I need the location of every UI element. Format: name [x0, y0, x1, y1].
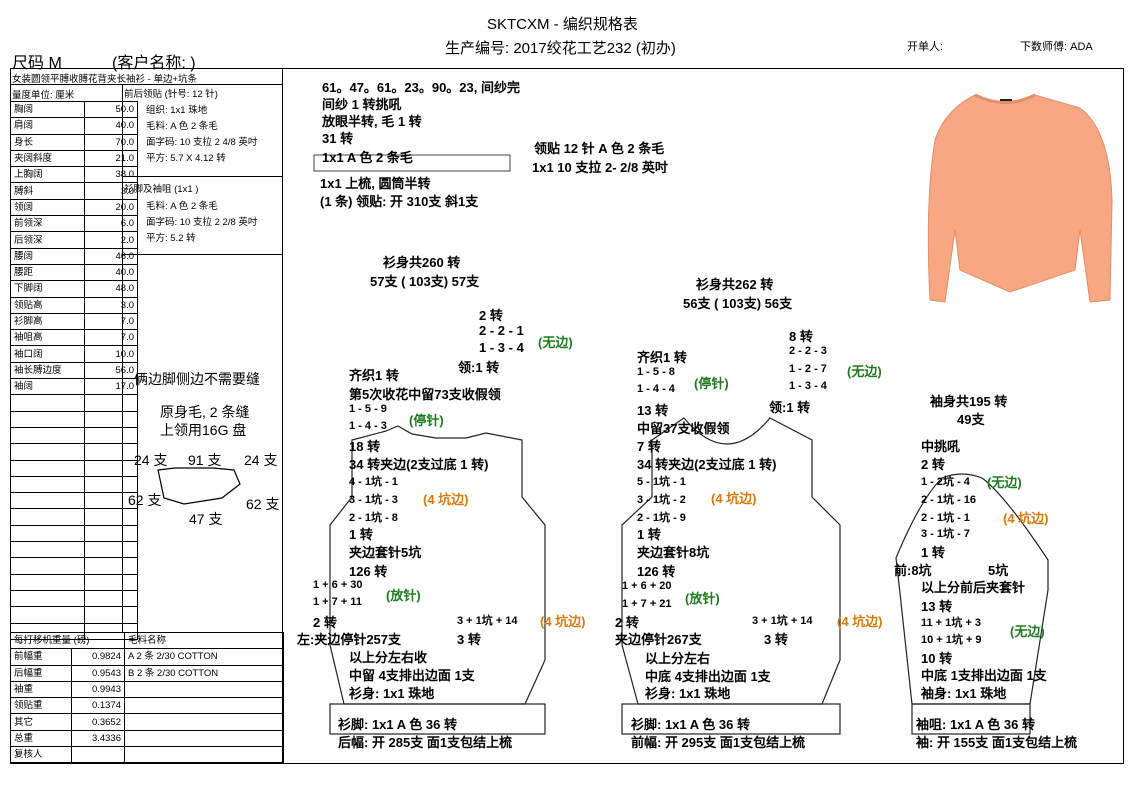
- front-line: 1 - 4 - 4: [637, 383, 675, 395]
- front-line: 2 - 2 - 3: [789, 345, 827, 357]
- sleeve-total: 袖身共195 转: [930, 394, 1008, 409]
- back-line: 齐织1 转: [349, 368, 399, 383]
- collar-line: 31 转: [322, 131, 354, 146]
- back-tag: (4 坑边): [540, 614, 586, 629]
- sleeve-tag: (无边): [1010, 624, 1045, 639]
- back-line: 夹边套针5坑: [349, 545, 422, 560]
- sleeve-line: 13 转: [921, 599, 953, 614]
- back-line: 18 转: [349, 439, 381, 454]
- sleeve-line: 3 - 1坑 - 7: [921, 528, 970, 540]
- back-hem-line: 衫脚: 1x1 A 色 36 转: [338, 717, 457, 732]
- front-line: 1 - 3 - 4: [789, 380, 827, 392]
- sleeve-line: 10 + 1坑 + 9: [921, 634, 982, 646]
- front-tag: (无边): [847, 364, 882, 379]
- front-line: 夹边套针8坑: [637, 545, 710, 560]
- front-line: 5 - 1坑 - 1: [637, 476, 686, 488]
- collar-line: (1 条) 领贴: 开 310支 斜1支: [320, 194, 479, 209]
- back-line: 3 + 1坑 + 14: [457, 615, 518, 627]
- back-line: 34 转夹边(2支过底 1 转): [349, 457, 489, 472]
- sleeve-line: 2 - 1坑 - 16: [921, 494, 977, 506]
- sleeve-line: 1 转: [921, 545, 945, 560]
- front-line: 中留37支收假领: [637, 421, 730, 436]
- sleeve-cuff-line: 袖咀: 1x1 A 色 36 转: [916, 717, 1035, 732]
- back-line: 以上分左右收: [349, 650, 428, 665]
- back-tag: (放针): [386, 588, 421, 603]
- back-line: 126 转: [349, 564, 388, 579]
- front-line: 夹边停针267支: [615, 632, 702, 647]
- collar-line: 1x1 A 色 2 条毛: [322, 150, 413, 165]
- sleeve-cuff-line: 袖: 开 155支 面1支包结上梳: [916, 735, 1078, 750]
- back-line: 3 转: [457, 632, 481, 647]
- front-line: 1 - 5 - 8: [637, 366, 675, 378]
- front-line: 1 + 7 + 21: [622, 598, 672, 610]
- back-line: 3 - 1坑 - 3: [349, 494, 398, 506]
- front-line: 3 转: [764, 632, 788, 647]
- front-line: 衫身: 1x1 珠地: [645, 686, 731, 701]
- front-tag: (放针): [685, 591, 720, 606]
- front-line: 2 - 1坑 - 9: [637, 512, 686, 524]
- back-line: 左:夹边停针257支: [297, 632, 402, 647]
- sleeve-line: 中底 1支排出边面 1支: [921, 668, 1047, 683]
- front-line: 1 转: [637, 527, 661, 542]
- sleeve-needles: 49支: [957, 412, 985, 427]
- back-line: 2 - 1坑 - 8: [349, 512, 398, 524]
- back-line: 领:1 转: [458, 360, 500, 375]
- back-line: 第5次收花中留73支收假领: [349, 387, 501, 402]
- sleeve-line: 以上分前后夹套针: [921, 580, 1026, 595]
- front-line: 126 转: [637, 564, 676, 579]
- front-line: 3 - 1坑 - 2: [637, 494, 686, 506]
- collar-spec: 1x1 10 支拉 2- 2/8 英吋: [532, 160, 668, 175]
- front-line: 8 转: [789, 329, 813, 344]
- back-total: 衫身共260 转: [383, 255, 461, 270]
- front-line: 1 - 2 - 7: [789, 363, 827, 375]
- front-line: 7 转: [637, 439, 661, 454]
- front-tag: (停针): [694, 376, 729, 391]
- back-line: 1 - 4 - 3: [349, 420, 387, 432]
- front-total: 衫身共262 转: [696, 277, 774, 292]
- back-tag: (停针): [409, 413, 444, 428]
- front-line: 以上分左右: [645, 651, 711, 666]
- collar-spec: 领贴 12 针 A 色 2 条毛: [534, 141, 665, 156]
- front-hem-line: 前幅: 开 295支 面1支包结上梳: [631, 735, 806, 750]
- front-line: 34 转夹边(2支过底 1 转): [637, 457, 777, 472]
- front-needles: 56支 ( 103支) 56支: [683, 296, 793, 311]
- front-tag: (4 坑边): [711, 491, 757, 506]
- sleeve-tag: (无边): [987, 475, 1022, 490]
- front-hem-line: 衫脚: 1x1 A 色 36 转: [631, 717, 750, 732]
- back-tag: (无边): [538, 335, 573, 350]
- front-line: 齐织1 转: [637, 350, 687, 365]
- back-line: 2 转: [479, 308, 503, 323]
- back-line: 1 + 6 + 30: [313, 579, 363, 591]
- front-line: 1 + 6 + 20: [622, 580, 672, 592]
- front-line: 13 转: [637, 403, 669, 418]
- sleeve-line: 11 + 1坑 + 3: [921, 617, 981, 629]
- back-line: 2 - 2 - 1: [479, 323, 524, 338]
- back-needles: 57支 ( 103支) 57支: [370, 274, 480, 289]
- front-line: 领:1 转: [769, 400, 811, 415]
- sleeve-line: 1 - 2坑 - 4: [921, 476, 970, 488]
- back-line: 1 - 3 - 4: [479, 340, 524, 355]
- collar-line: 1x1 上梳, 圆筒半转: [320, 176, 431, 191]
- front-line: 3 + 1坑 + 14: [752, 615, 813, 627]
- back-line: 1 - 5 - 9: [349, 403, 387, 415]
- sleeve-line: 2 转: [921, 457, 945, 472]
- back-line: 中留 4支排出边面 1支: [349, 668, 475, 683]
- back-hem-line: 后幅: 开 285支 面1支包结上梳: [338, 735, 513, 750]
- back-line: 4 - 1坑 - 1: [349, 476, 398, 488]
- back-line: 1 + 7 + 11: [313, 596, 362, 608]
- front-tag: (4 坑边): [837, 614, 883, 629]
- back-line: 1 转: [349, 527, 373, 542]
- back-tag: (4 坑边): [423, 492, 469, 507]
- back-line: 衫身: 1x1 珠地: [349, 686, 435, 701]
- sleeve-tag: (4 坑边): [1003, 511, 1049, 526]
- sleeve-line: 中挑吼: [921, 439, 961, 454]
- sleeve-line: 袖身: 1x1 珠地: [921, 686, 1007, 701]
- sleeve-line: 2 - 1坑 - 1: [921, 512, 970, 524]
- sweater-photo: [927, 93, 1113, 303]
- collar-diagram: [157, 467, 241, 505]
